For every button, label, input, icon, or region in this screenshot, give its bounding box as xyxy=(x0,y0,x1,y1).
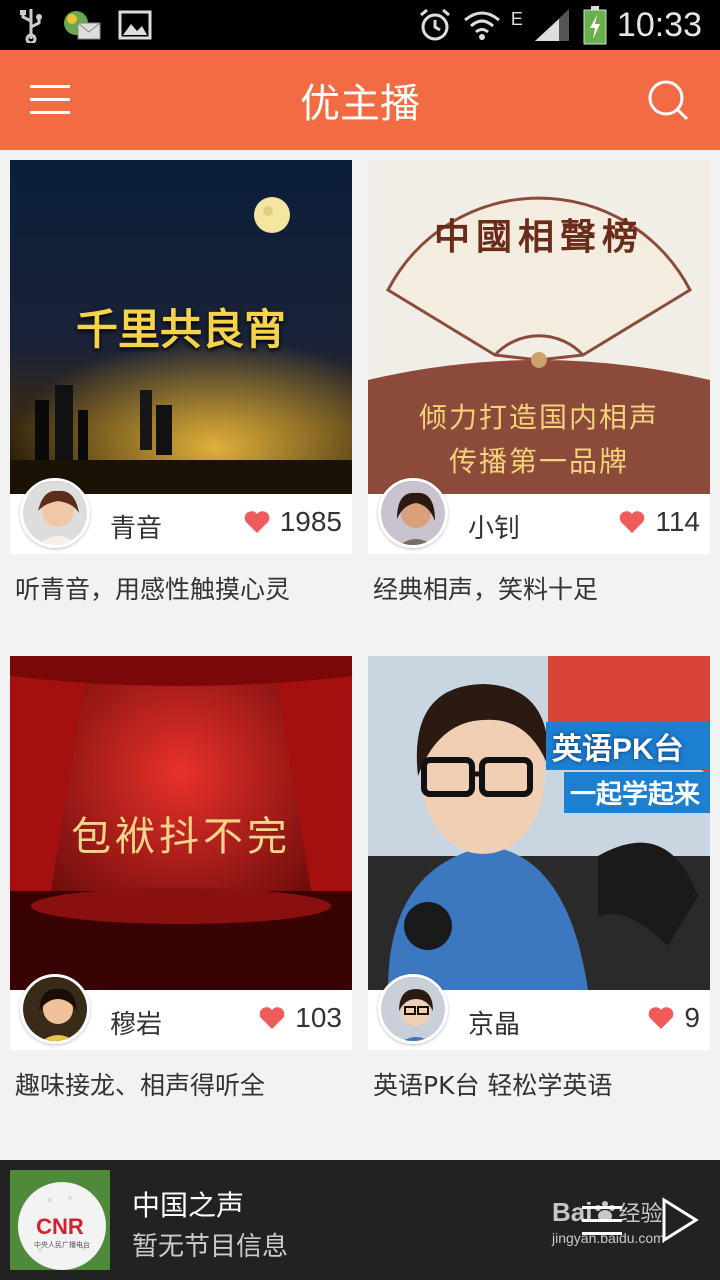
like-count[interactable]: 9 xyxy=(648,1002,700,1034)
avatar[interactable] xyxy=(378,974,448,1044)
host-name: 京晶 xyxy=(468,1010,521,1040)
heart-icon xyxy=(259,1007,285,1029)
cover-image[interactable]: 包袱抖不完 xyxy=(10,656,352,990)
heart-icon xyxy=(620,511,645,533)
anchor-card[interactable]: 千里共良宵 青音 1985 xyxy=(10,160,352,554)
watermark-url: jingyan.baidu.com xyxy=(552,1230,665,1246)
host-name: 小钊 xyxy=(468,514,521,544)
like-count-value: 103 xyxy=(295,1002,342,1033)
card-meta: 穆岩 103 xyxy=(10,974,352,1050)
card-meta: 小钊 114 xyxy=(368,478,710,554)
cover-title: 英语PK台 xyxy=(546,722,710,770)
heart-icon xyxy=(649,1007,674,1029)
message-notification-icon xyxy=(64,11,101,40)
host-name: 穆岩 xyxy=(110,1010,163,1040)
cover-image[interactable]: 英语PK台 一起学起来 xyxy=(368,656,710,990)
watermark-suffix: 经验 xyxy=(618,1202,663,1227)
anchor-card[interactable]: 包袱抖不完 穆岩 103 xyxy=(10,656,352,1050)
anchor-card[interactable]: 中國相聲榜 倾力打造国内相声 传播第一品牌 小钊 114 xyxy=(368,160,710,554)
page-title: 优主播 xyxy=(300,81,420,127)
cover-slogan-2: 传播第一品牌 xyxy=(448,445,629,478)
app-bar: 优主播 xyxy=(0,50,720,150)
like-count-value: 114 xyxy=(655,506,700,537)
cover-title: 包袱抖不完 xyxy=(71,814,291,860)
like-count[interactable]: 114 xyxy=(619,506,700,538)
usb-icon xyxy=(20,9,42,43)
search-icon[interactable] xyxy=(646,78,690,122)
wifi-icon xyxy=(463,11,500,40)
network-type-label: E xyxy=(510,9,523,29)
hamburger-menu-icon[interactable] xyxy=(30,83,70,117)
status-time: 10:33 xyxy=(616,5,702,44)
station-logo-text: CNR xyxy=(36,1214,84,1239)
battery-charging-icon xyxy=(583,6,607,45)
status-bar: E 10:33 xyxy=(0,0,720,50)
like-count[interactable]: 1985 xyxy=(244,506,342,538)
cover-slogan-1: 倾力打造国内相声 xyxy=(418,401,659,434)
card-description: 听青音，用感性触摸心灵 xyxy=(15,575,291,604)
program-info: 暂无节目信息 xyxy=(132,1232,289,1262)
alarm-icon xyxy=(419,8,450,41)
station-logo-caption: 中央人民广播电台 xyxy=(34,1241,90,1249)
play-icon[interactable] xyxy=(660,1196,700,1244)
cover-image[interactable]: 中國相聲榜 倾力打造国内相声 传播第一品牌 xyxy=(368,160,710,494)
station-name: 中国之声 xyxy=(132,1189,245,1222)
card-meta: 京晶 9 xyxy=(368,974,710,1050)
anchor-card[interactable]: 英语PK台 一起学起来 京晶 9 xyxy=(368,656,710,1050)
card-description: 趣味接龙、相声得听全 xyxy=(15,1071,266,1100)
cover-subtitle: 一起学起来 xyxy=(564,772,710,813)
avatar[interactable] xyxy=(20,478,90,548)
avatar[interactable] xyxy=(20,974,90,1044)
fan-title: 中國相聲榜 xyxy=(433,216,644,258)
station-logo[interactable]: CNR 中央人民广播电台 xyxy=(10,1170,110,1270)
watermark: Bai 经验 jingyan.baidu.com xyxy=(552,1196,665,1246)
host-name: 青音 xyxy=(110,514,163,544)
cover-image[interactable]: 千里共良宵 xyxy=(10,160,352,494)
watermark-brand: Bai xyxy=(552,1197,593,1227)
like-count-value: 9 xyxy=(684,1002,700,1033)
signal-icon xyxy=(534,9,569,41)
image-notification-icon xyxy=(118,10,152,40)
heart-icon xyxy=(244,511,270,533)
card-description: 英语PK台 轻松学英语 xyxy=(373,1071,613,1100)
card-description: 经典相声，笑料十足 xyxy=(373,575,599,604)
cover-title: 千里共良宵 xyxy=(75,305,286,354)
like-count-value: 1985 xyxy=(279,506,342,537)
avatar[interactable] xyxy=(378,478,448,548)
card-meta: 青音 1985 xyxy=(10,478,352,554)
like-count[interactable]: 103 xyxy=(259,1002,342,1034)
paw-icon xyxy=(595,1201,616,1222)
